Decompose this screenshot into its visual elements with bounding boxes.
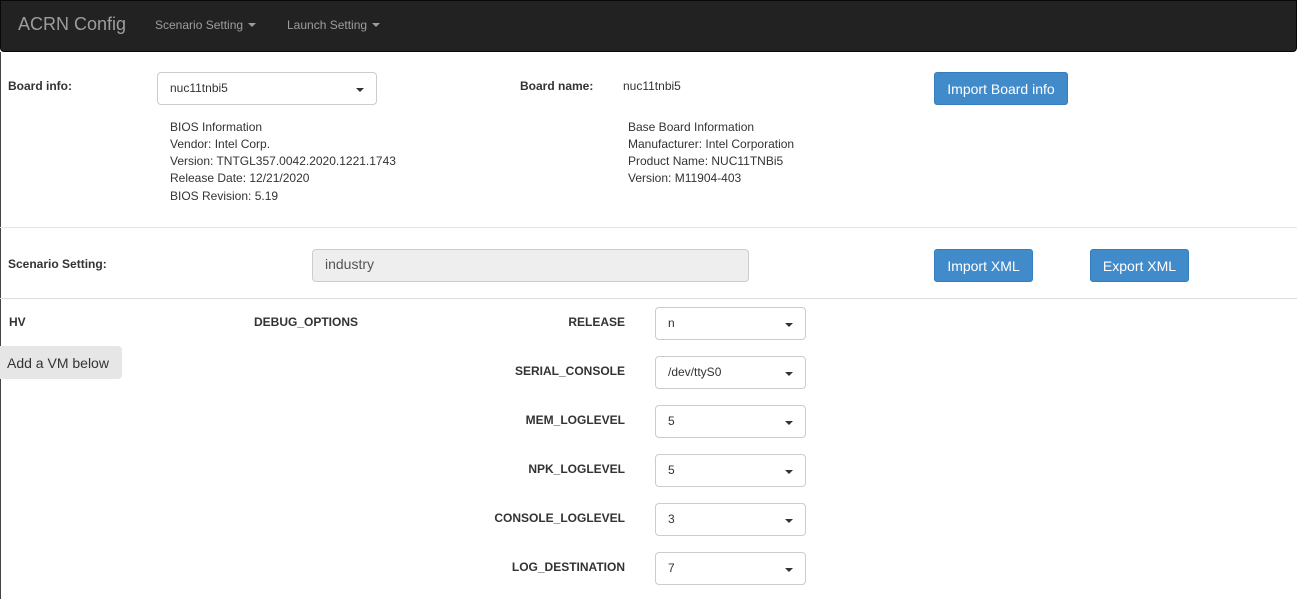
caret-down-icon: [785, 568, 793, 572]
mem-loglevel-select[interactable]: 5: [655, 405, 806, 438]
hv-section-label: HV: [9, 315, 26, 329]
bios-line: BIOS Revision: 5.19: [170, 189, 279, 203]
menu-launch-setting-label: Launch Setting: [287, 18, 368, 32]
menu-launch-setting[interactable]: Launch Setting: [287, 18, 381, 32]
bios-line: BIOS Information: [170, 120, 263, 134]
mem-loglevel-value: 5: [668, 414, 675, 428]
baseboard-line: Product Name: NUC11TNBi5: [628, 154, 784, 168]
menu-scenario-setting[interactable]: Scenario Setting: [155, 18, 257, 32]
npk-loglevel-value: 5: [668, 463, 675, 477]
section-divider: [0, 227, 1297, 228]
board-info-label: Board info:: [8, 79, 72, 93]
baseboard-line: Version: M11904-403: [628, 171, 742, 185]
release-select[interactable]: n: [655, 307, 806, 340]
log-destination-label: LOG_DESTINATION: [511, 560, 625, 574]
app-brand[interactable]: ACRN Config: [18, 14, 126, 35]
release-label: RELEASE: [568, 315, 625, 329]
serial-console-value: /dev/ttyS0: [668, 365, 722, 379]
import-xml-button[interactable]: Import XML: [934, 249, 1033, 282]
caret-down-icon: [248, 23, 257, 27]
import-board-info-button[interactable]: Import Board info: [934, 72, 1068, 105]
mem-loglevel-label: MEM_LOGLEVEL: [525, 413, 625, 427]
menu-scenario-setting-label: Scenario Setting: [155, 18, 244, 32]
caret-down-icon: [785, 372, 793, 376]
log-destination-select[interactable]: 7: [655, 552, 806, 585]
bios-information: BIOS Information Vendor: Intel Corp. Ver…: [170, 119, 396, 205]
board-info-value: nuc11tnbi5: [170, 81, 228, 95]
caret-down-icon: [785, 470, 793, 474]
console-loglevel-value: 3: [668, 512, 675, 526]
console-loglevel-label: CONSOLE_LOGLEVEL: [494, 511, 625, 525]
log-destination-value: 7: [668, 561, 675, 575]
top-navbar: ACRN Config Scenario Setting Launch Sett…: [0, 0, 1297, 52]
caret-down-icon: [372, 23, 381, 27]
left-border: [0, 52, 1, 599]
caret-down-icon: [785, 519, 793, 523]
console-loglevel-select[interactable]: 3: [655, 503, 806, 536]
bios-line: Vendor: Intel Corp.: [170, 137, 271, 151]
bios-line: Version: TNTGL357.0042.2020.1221.1743: [170, 154, 396, 168]
baseboard-line: Manufacturer: Intel Corporation: [628, 137, 795, 151]
section-divider: [0, 298, 1297, 299]
baseboard-line: Base Board Information: [628, 120, 755, 134]
scenario-name-value: industry: [325, 256, 375, 272]
add-vm-button[interactable]: Add a VM below: [0, 346, 122, 379]
board-name-value: nuc11tnbi5: [623, 79, 681, 93]
caret-down-icon: [785, 421, 793, 425]
caret-down-icon: [356, 88, 364, 92]
scenario-setting-label: Scenario Setting:: [8, 257, 107, 271]
export-xml-button[interactable]: Export XML: [1090, 249, 1189, 282]
npk-loglevel-select[interactable]: 5: [655, 454, 806, 487]
release-value: n: [668, 316, 675, 330]
caret-down-icon: [785, 323, 793, 327]
base-board-information: Base Board Information Manufacturer: Int…: [628, 119, 794, 187]
bios-line: Release Date: 12/21/2020: [170, 171, 310, 185]
board-info-select[interactable]: nuc11tnbi5: [157, 72, 377, 105]
serial-console-label: SERIAL_CONSOLE: [514, 364, 625, 378]
serial-console-select[interactable]: /dev/ttyS0: [655, 356, 806, 389]
debug-options-label: DEBUG_OPTIONS: [254, 315, 359, 329]
board-name-label: Board name:: [520, 79, 594, 93]
scenario-name-field: industry: [312, 249, 749, 282]
npk-loglevel-label: NPK_LOGLEVEL: [528, 462, 625, 476]
